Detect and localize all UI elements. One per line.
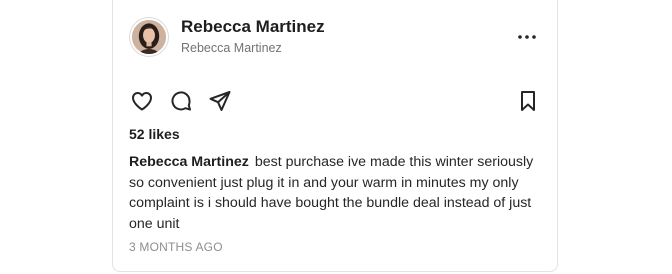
like-button[interactable] [129,88,155,114]
post-timestamp: 3 MONTHS AGO [129,240,223,254]
likes-count[interactable]: 52 likes [129,126,180,142]
send-icon [209,91,231,111]
display-name[interactable]: Rebecca Martinez [181,17,325,37]
comment-button[interactable] [168,88,194,114]
post-caption: Rebecca Martinez best purchase ive made t… [129,152,541,234]
comment-icon [171,91,191,111]
post-header: Rebecca Martinez Rebecca Martinez [129,16,541,58]
save-button[interactable] [515,88,541,114]
heart-icon [132,92,152,111]
more-options-button[interactable] [513,23,541,51]
share-button[interactable] [207,88,233,114]
profile-photo [132,20,166,54]
username[interactable]: Rebecca Martinez [181,39,325,57]
user-info: Rebecca Martinez Rebecca Martinez [181,17,325,57]
post-actions [129,88,541,114]
caption-author[interactable]: Rebecca Martinez [129,154,249,170]
more-horizontal-icon [518,35,536,39]
bookmark-icon [521,91,535,111]
post-card: Rebecca Martinez Rebecca Martinez 52 lik… [112,0,558,272]
avatar[interactable] [129,17,169,57]
